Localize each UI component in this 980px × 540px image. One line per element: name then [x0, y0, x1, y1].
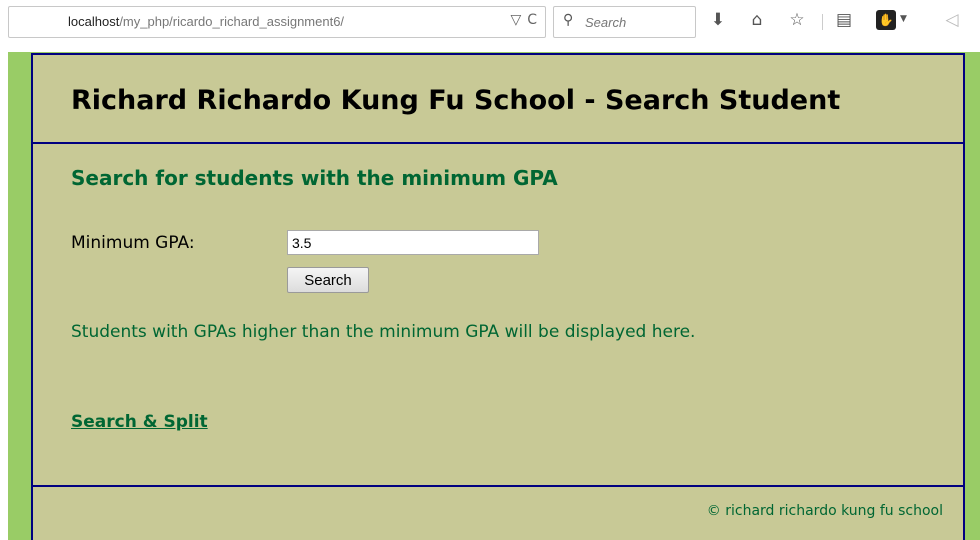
copyright-text: © richard richardo kung fu school [706, 503, 943, 519]
url-host: localhost [68, 14, 120, 29]
main-content: Search for students with the minimum GPA… [33, 146, 963, 486]
browser-toolbar: localhost/my_php/ricardo_richard_assignm… [0, 0, 980, 46]
bookmark-star-icon[interactable]: ☆ [786, 10, 808, 30]
url-path: /my_php/ricardo_richard_assignment6/ [119, 14, 345, 29]
section-heading: Search for students with the minimum GPA [71, 166, 558, 190]
home-icon[interactable]: ⌂ [746, 10, 768, 30]
result-message: Students with GPAs higher than the minim… [71, 322, 696, 342]
browser-search-box[interactable]: ⚲ Search [553, 6, 696, 38]
gpa-label: Minimum GPA: [71, 233, 195, 253]
search-icon: ⚲ [563, 12, 574, 28]
chevron-down-icon[interactable]: ▼ [900, 14, 907, 24]
reload-icon[interactable]: C [527, 12, 537, 28]
page-title: Richard Richardo Kung Fu School - Search… [71, 85, 841, 116]
search-placeholder: Search [585, 15, 627, 30]
page-header: Richard Richardo Kung Fu School - Search… [33, 55, 963, 144]
extension-icon[interactable]: ✋ [876, 10, 896, 30]
address-bar[interactable]: localhost/my_php/ricardo_richard_assignm… [8, 6, 546, 38]
search-button[interactable]: Search [287, 267, 369, 293]
reading-list-icon[interactable]: ▤ [833, 10, 855, 30]
download-icon[interactable]: ⬇ [707, 10, 729, 30]
minimum-gpa-input[interactable] [287, 230, 539, 255]
share-icon[interactable]: ◁ [941, 10, 963, 30]
page-footer: © richard richardo kung fu school [33, 485, 963, 540]
search-split-link[interactable]: Search & Split [71, 412, 208, 432]
toolbar-divider [822, 14, 823, 30]
url-text[interactable]: localhost/my_php/ricardo_richard_assignm… [68, 14, 344, 29]
content-panel: Richard Richardo Kung Fu School - Search… [31, 53, 965, 540]
dropdown-icon[interactable]: ▽ [510, 12, 521, 28]
